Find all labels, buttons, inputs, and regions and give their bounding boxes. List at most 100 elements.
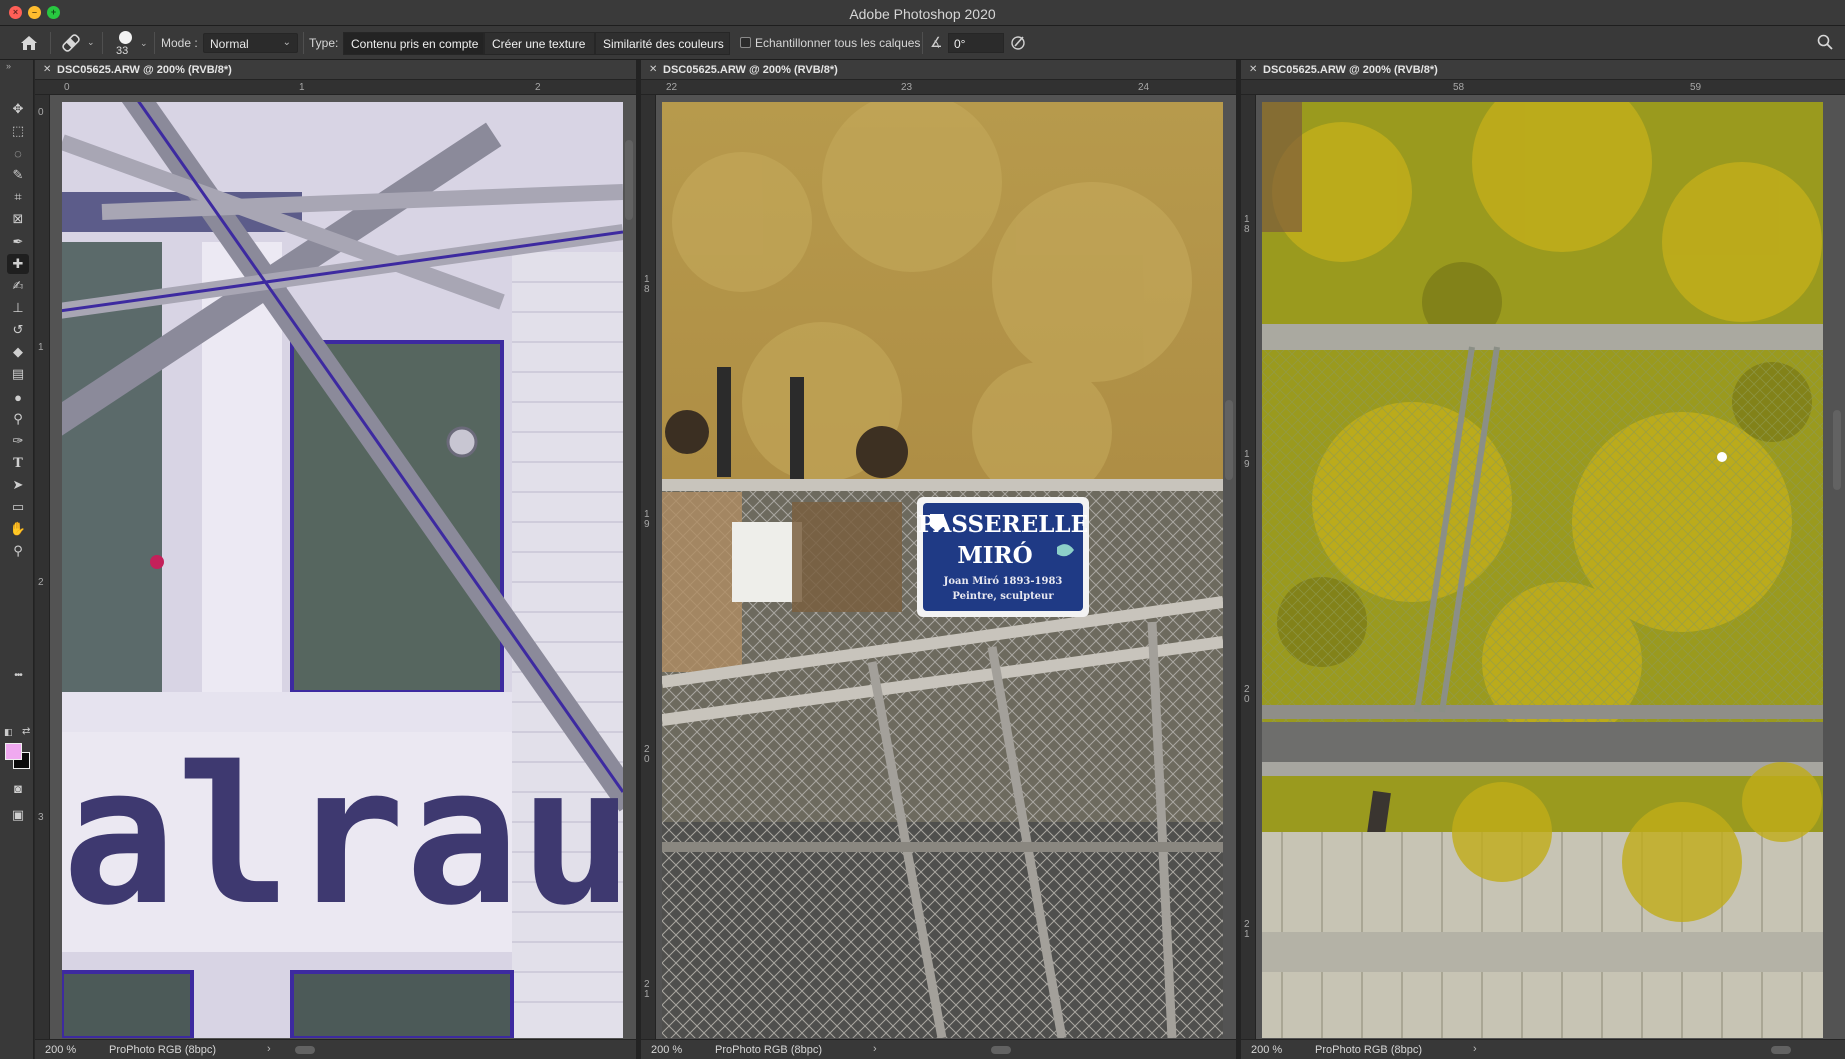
close-tab-icon[interactable]: ✕ [649,64,657,75]
more-tools-button[interactable]: ••• [7,665,29,685]
horizontal-ruler[interactable]: 0 1 2 [35,80,636,95]
bandage-icon [62,34,80,52]
mode-select[interactable]: Normal ⌄ [203,33,298,53]
type-proximity-match-button[interactable]: Similarité des couleurs [595,32,730,55]
color-profile: ProPhoto RGB (8bpc) [109,1044,216,1056]
horizontal-ruler[interactable]: 58 59 [1241,80,1845,95]
dodge-tool-button[interactable]: ⚲ [7,409,29,429]
type-create-texture-button[interactable]: Créer une texture [484,32,595,55]
path-selection-tool-button[interactable]: ➤ [7,475,29,495]
move-tool-button[interactable]: ✥ [7,99,29,119]
brush-tool-icon: ✍ [12,278,24,293]
zoom-level[interactable]: 200 % [45,1044,76,1056]
zoom-level[interactable]: 200 % [1251,1044,1282,1056]
tool-preset-picker[interactable]: ⌄ [60,32,98,54]
default-colors-icon[interactable]: ◧ [4,727,13,738]
dodge-tool-icon: ⚲ [13,411,23,426]
swap-colors-icon[interactable]: ⇄ [22,726,30,737]
ellipsis-icon: ••• [14,669,22,681]
blur-tool-button[interactable]: ● [7,387,29,407]
ruler-label: 3 [38,812,44,823]
gradient-tool-button[interactable]: ▤ [7,364,29,384]
crop-tool-button[interactable]: ⌗ [7,187,29,207]
hand-tool-button[interactable]: ✋ [7,519,29,539]
pen-tool-button[interactable]: ✑ [7,431,29,451]
brush-tip-icon [119,31,132,44]
zoom-level[interactable]: 200 % [651,1044,682,1056]
title-bar: × – + Adobe Photoshop 2020 [0,0,1845,26]
separator [50,32,51,54]
gradient-tool-icon: ▤ [11,366,25,381]
sample-all-layers-checkbox[interactable] [740,37,751,48]
frame-tool-button[interactable]: ⊠ [7,209,29,229]
brush-tool-button[interactable]: ✍ [7,276,29,296]
brush-picker[interactable]: 33 ⌄ [112,28,152,58]
ruler-label: 22 [666,82,678,93]
canvas-3[interactable] [1262,102,1823,1038]
photo-yellow-foliage-railing [1262,102,1823,1038]
sign-title-line2: MIRÓ [957,542,1032,569]
canvas-2[interactable]: PASSERELLE MIRÓ Joan Miró 1893-1983 Pein… [662,102,1223,1038]
home-button[interactable] [18,32,40,54]
ruler-label: 1 [38,342,44,353]
quick-selection-tool-button[interactable]: ✎ [7,165,29,185]
marquee-tool-button[interactable]: ⬚ [7,121,29,141]
zoom-tool-button[interactable]: ⚲ [7,541,29,561]
close-tab-icon[interactable]: ✕ [43,64,51,75]
vertical-ruler[interactable]: 1 8 1 9 2 0 2 1 [641,95,656,1039]
pressure-icon[interactable] [1008,32,1028,55]
color-profile: ProPhoto RGB (8bpc) [1315,1044,1422,1056]
ruler-label: 23 [901,82,913,93]
spot-healing-tool-icon: ✚ [12,256,24,271]
spot-healing-tool-button[interactable]: ✚ [7,254,29,274]
vertical-ruler[interactable]: 1 8 1 9 2 0 2 1 [1241,95,1256,1039]
ruler-label: 24 [1138,82,1150,93]
document-tab-2[interactable]: ✕ DSC05625.ARW @ 200% (RVB/8*) [641,60,1236,80]
clone-stamp-tool-icon: ⊥ [12,300,24,315]
color-profile: ProPhoto RGB (8bpc) [715,1044,822,1056]
separator [154,32,155,54]
mode-value: Normal [210,37,249,51]
expand-panel-icon[interactable]: » [6,61,11,71]
history-brush-tool-button[interactable]: ↺ [7,320,29,340]
document-tab-3[interactable]: ✕ DSC05625.ARW @ 200% (RVB/8*) [1241,60,1845,80]
ruler-label: 2 0 [644,744,650,765]
vertical-scrollbar[interactable] [1225,400,1233,480]
horizontal-scrollbar[interactable] [991,1046,1011,1054]
document-tab-1[interactable]: ✕ DSC05625.ARW @ 200% (RVB/8*) [35,60,636,80]
angle-input[interactable]: 0° [948,33,1004,53]
photo-building-steel-structure: alrau [62,102,623,1038]
rectangle-tool-button[interactable]: ▭ [7,497,29,517]
chevron-right-icon[interactable]: › [873,1043,877,1055]
frame-tool-icon: ⊠ [12,211,24,226]
photo-footbridge-sign: PASSERELLE MIRÓ Joan Miró 1893-1983 Pein… [662,102,1223,1038]
sign-subtitle-line2: Peintre, sculpteur [952,591,1054,602]
chevron-right-icon[interactable]: › [1473,1043,1477,1055]
lasso-tool-button[interactable]: ◌ [7,143,29,163]
horizontal-scrollbar[interactable] [295,1046,315,1054]
vertical-ruler[interactable]: 0 1 2 3 [35,95,50,1039]
horizontal-ruler[interactable]: 22 23 24 [641,80,1236,95]
quick-mask-button[interactable]: ◙ [7,778,29,798]
vertical-scrollbar[interactable] [625,140,633,220]
canvas-1[interactable]: alrau [62,102,623,1038]
type-content-aware-button[interactable]: Contenu pris en compte [343,32,484,55]
quick-mask-icon: ◙ [14,780,22,796]
horizontal-scrollbar[interactable] [1771,1046,1791,1054]
eyedropper-tool-button[interactable]: ✒ [7,232,29,252]
home-icon [21,36,37,50]
chevron-right-icon[interactable]: › [267,1043,271,1055]
vertical-scrollbar[interactable] [1833,410,1841,490]
search-icon[interactable] [1816,33,1834,54]
type-tool-button[interactable]: T [7,453,29,473]
eraser-tool-button[interactable]: ◆ [7,342,29,362]
separator [102,32,103,54]
screen-mode-button[interactable]: ▣ [7,805,29,825]
foreground-color-swatch[interactable] [5,743,22,760]
tools-panel: » ✥ ⬚ ◌ ✎ ⌗ ⊠ ✒ ✚ ✍ ⊥ ↺ ◆ ▤ ● ⚲ ✑ T ➤ ▭ ✋ ⚲ ••• ◧ ⇄ ◙ ▣ [0,60,34,1059]
sign-subtitle-line1: Joan Miró 1893-1983 [943,576,1063,587]
ruler-label: 1 8 [1244,214,1250,235]
close-tab-icon[interactable]: ✕ [1249,64,1257,75]
ruler-label: 2 [38,577,44,588]
clone-stamp-tool-button[interactable]: ⊥ [7,298,29,318]
